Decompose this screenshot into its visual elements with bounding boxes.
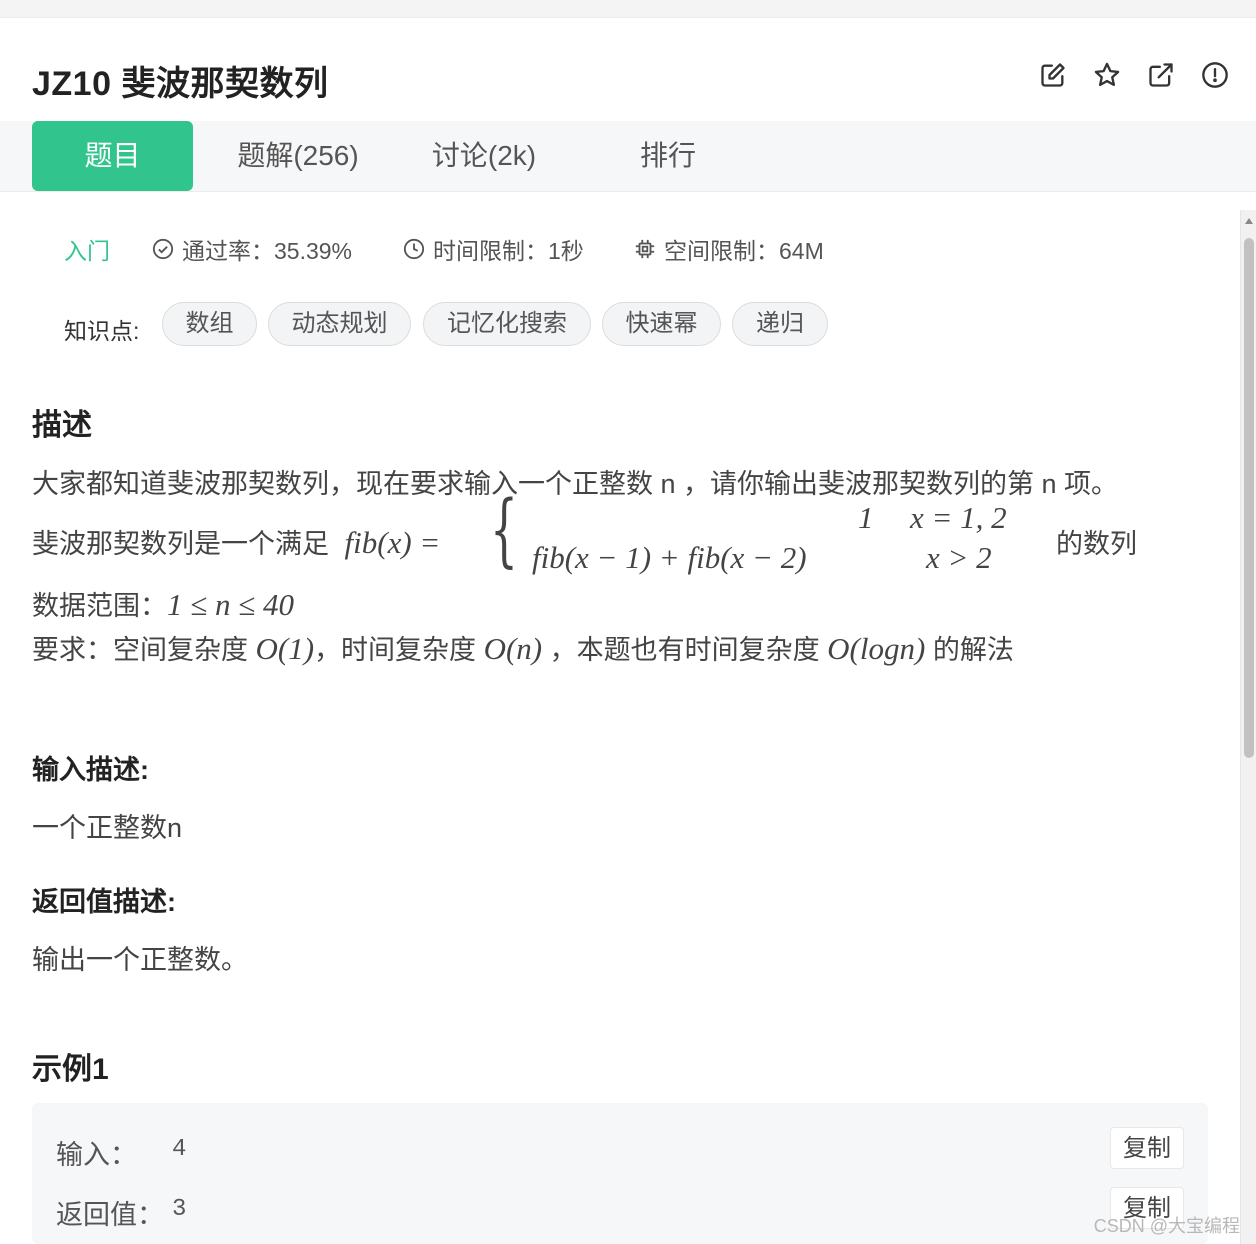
description-line-4: 要求：空间复杂度 O(1)，时间复杂度 O(n) ，本题也有时间复杂度 O(lo… [32, 631, 1014, 666]
input-heading: 输入描述: [32, 755, 149, 785]
data-range-math: 1 ≤ n ≤ 40 [167, 587, 295, 622]
scrollbar[interactable] [1240, 210, 1256, 1244]
space-complexity-math: O(1) [255, 631, 315, 666]
input-description: 一个正整数n [32, 813, 183, 843]
space-limit: 空间限制：64M [634, 232, 824, 266]
description-line-3: 数据范围：1 ≤ n ≤ 40 [32, 587, 295, 622]
check-circle-icon [152, 238, 174, 260]
example-output-label: 返回值： [56, 1200, 164, 1230]
example-output-value: 3 [172, 1196, 187, 1223]
case-1-value: 1 [858, 500, 874, 535]
tab-bar: 题目 题解(256) 讨论(2k) 排行 [0, 121, 1256, 192]
copy-input-button[interactable]: 复制 [1110, 1127, 1184, 1169]
tab-solutions[interactable]: 题解(256) [218, 121, 378, 191]
star-icon[interactable] [1092, 60, 1122, 90]
difficulty-badge: 入门 [64, 238, 110, 264]
chip-icon [635, 239, 655, 259]
output-heading: 返回值描述: [32, 887, 176, 917]
case-1-condition: x = 1, 2 [910, 500, 1007, 535]
output-description: 输出一个正整数。 [32, 945, 248, 975]
example-input-value: 4 [172, 1136, 187, 1163]
example-input-label: 输入： [56, 1140, 137, 1170]
left-brace: { [490, 483, 518, 576]
piecewise-formula: { 1 x = 1, 2 fib(x − 1) + fib(x − 2) x >… [490, 490, 1030, 582]
report-icon[interactable] [1200, 60, 1230, 90]
time-limit: 时间限制：1秒 [403, 232, 584, 266]
share-icon[interactable] [1146, 60, 1176, 90]
scroll-up-arrow-icon[interactable] [1245, 218, 1253, 224]
edit-icon[interactable] [1038, 60, 1068, 90]
tag-array[interactable]: 数组 [162, 302, 257, 346]
title-actions [1038, 60, 1230, 90]
knowledge-label: 知识点: [64, 318, 140, 344]
description-line-2-prefix: 斐波那契数列是一个满足 fib(x) = [32, 525, 441, 560]
description-line-1: 大家都知道斐波那契数列，现在要求输入一个正整数 n ，请你输出斐波那契数列的第 … [32, 469, 1119, 499]
example-heading: 示例1 [32, 1053, 109, 1086]
tag-dynamic-programming[interactable]: 动态规划 [268, 302, 411, 346]
case-2-value: fib(x − 1) + fib(x − 2) [532, 540, 807, 575]
tab-ranking[interactable]: 排行 [588, 121, 748, 191]
top-strip [0, 0, 1256, 18]
tab-problem[interactable]: 题目 [32, 121, 193, 191]
description-heading: 描述 [32, 409, 92, 442]
tag-fast-power[interactable]: 快速幂 [602, 302, 721, 346]
watermark: CSDN @大宝编程 [1093, 1216, 1240, 1236]
description-line-2-suffix: 的数列 [1056, 529, 1137, 559]
log-complexity-math: O(logn) [827, 631, 926, 666]
pass-rate: 通过率：35.39% [152, 232, 352, 266]
time-complexity-math: O(n) [483, 631, 543, 666]
fib-formula-lhs: fib(x) = [344, 525, 441, 560]
title-row: JZ10 斐波那契数列 [0, 18, 1256, 121]
page-title: JZ10 斐波那契数列 [32, 65, 329, 103]
case-2-condition: x > 2 [926, 540, 992, 575]
tag-recursion[interactable]: 递归 [732, 302, 828, 346]
scrollbar-thumb[interactable] [1244, 238, 1254, 758]
tag-memoization[interactable]: 记忆化搜索 [423, 302, 591, 346]
example-box: 输入： 4 复制 返回值： 3 复制 [32, 1103, 1208, 1244]
tab-discussion[interactable]: 讨论(2k) [404, 121, 564, 191]
clock-icon [403, 238, 425, 260]
